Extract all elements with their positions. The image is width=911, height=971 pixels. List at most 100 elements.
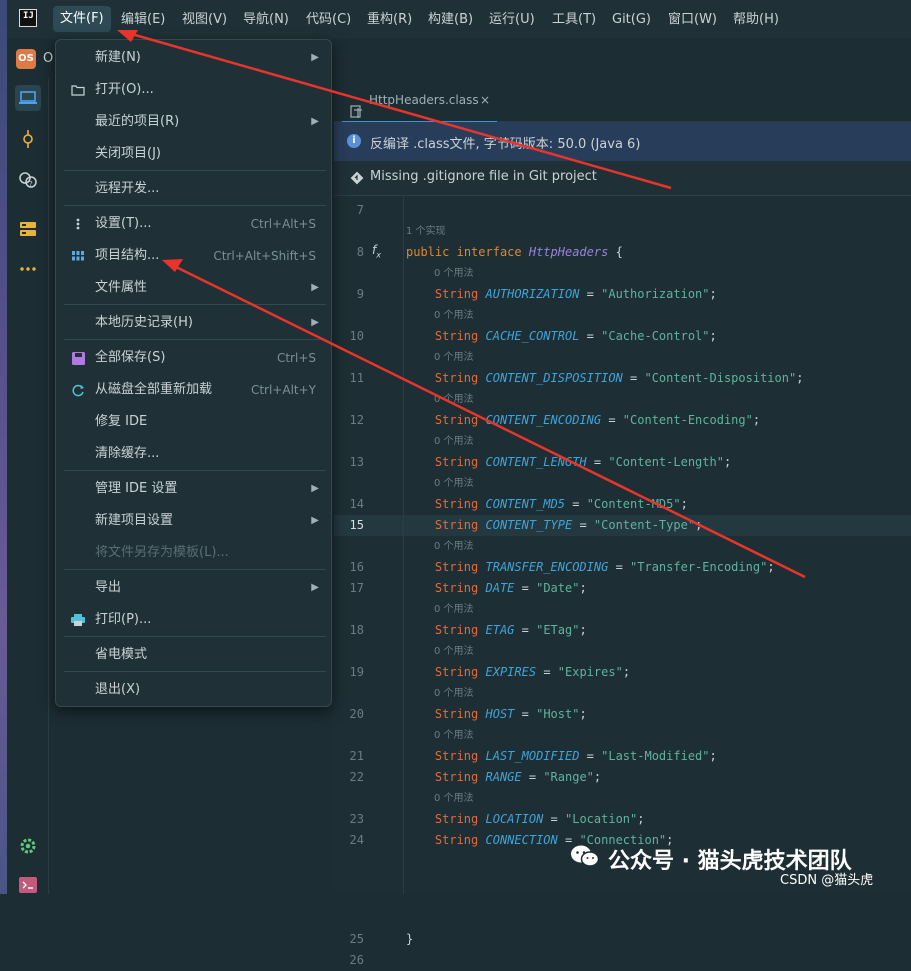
- kebab-icon: [71, 217, 85, 231]
- settings-icon[interactable]: [15, 833, 41, 859]
- code-line-field: String LAST_MODIFIED = "Last-Modified";: [434, 749, 717, 763]
- file-menu-item-remote-dev[interactable]: 远程开发...: [60, 173, 326, 205]
- file-menu-item-close-project[interactable]: 关闭项目(J): [60, 138, 326, 170]
- usages-hint[interactable]: 0 个用法: [434, 788, 474, 809]
- usages-hint[interactable]: 0 个用法: [434, 431, 474, 452]
- menu-build[interactable]: 构建(B): [428, 10, 473, 30]
- menu-separator: [64, 304, 326, 305]
- file-menu-item-open[interactable]: 打开(O)...: [60, 74, 326, 106]
- file-menu-item-save-all[interactable]: 全部保存(S) Ctrl+S: [60, 342, 326, 374]
- line-number: 23: [349, 812, 364, 826]
- terminal-icon[interactable]: [15, 872, 41, 898]
- code-line-field: String CONTENT_ENCODING = "Content-Encod…: [434, 413, 761, 427]
- menu-help[interactable]: 帮助(H): [733, 10, 779, 30]
- implementation-gutter-icon[interactable]: fx: [372, 243, 381, 259]
- project-name[interactable]: O: [43, 51, 53, 66]
- file-menu-item-local-history[interactable]: 本地历史记录(H) ▶: [60, 307, 326, 339]
- line-number: 21: [349, 749, 364, 763]
- code-line-field: String TRANSFER_ENCODING = "Transfer-Enc…: [434, 560, 775, 574]
- usages-hint[interactable]: 0 个用法: [434, 389, 474, 410]
- usages-hint[interactable]: 0 个用法: [434, 305, 474, 326]
- file-menu-item-manage-ide-settings[interactable]: 管理 IDE 设置 ▶: [60, 473, 326, 505]
- close-icon[interactable]: ×: [480, 79, 490, 121]
- code-line-field: String AUTHORIZATION = "Authorization";: [434, 287, 717, 301]
- menu-item-label: 文件属性: [95, 280, 148, 295]
- menu-window[interactable]: 窗口(W): [668, 10, 717, 30]
- file-menu-item-power-save-mode[interactable]: 省电模式: [60, 639, 326, 671]
- menu-tools[interactable]: 工具(T): [552, 10, 596, 30]
- file-menu-item-exit[interactable]: 退出(X): [60, 674, 326, 706]
- menu-item-label: 设置(T)...: [95, 216, 152, 231]
- usages-hint[interactable]: 0 个用法: [434, 536, 474, 557]
- usages-hint[interactable]: 0 个用法: [434, 599, 474, 620]
- gitignore-banner-text: Missing .gitignore file in Git project: [370, 169, 597, 184]
- menu-navigate[interactable]: 导航(N): [243, 10, 289, 30]
- wechat-icon: [570, 843, 600, 875]
- more-icon[interactable]: [15, 256, 41, 282]
- menu-item-label: 管理 IDE 设置: [95, 481, 178, 496]
- file-menu-item-settings[interactable]: 设置(T)... Ctrl+Alt+S: [60, 208, 326, 240]
- file-menu-item-recent-projects[interactable]: 最近的项目(R) ▶: [60, 106, 326, 138]
- menu-git[interactable]: Git(G): [612, 10, 651, 30]
- chevron-right-icon: ▶: [311, 52, 319, 63]
- usages-hint[interactable]: 0 个用法: [434, 725, 474, 746]
- menu-item-label: 新建项目设置: [95, 513, 174, 528]
- decompile-banner: i 反编译 .class文件, 字节码版本: 50.0 (Java 6): [334, 122, 911, 161]
- git-diamond-icon: [350, 171, 364, 189]
- svg-text:?: ?: [29, 180, 33, 188]
- usages-hint[interactable]: 0 个用法: [434, 347, 474, 368]
- code-line-field: String ETAG = "ETag";: [434, 623, 587, 637]
- file-menu-item-file-properties[interactable]: 文件属性 ▶: [60, 272, 326, 304]
- menu-item-label: 省电模式: [95, 647, 148, 662]
- services-icon[interactable]: ?: [15, 167, 41, 193]
- file-menu-item-repair-ide[interactable]: 修复 IDE: [60, 406, 326, 438]
- usages-hint[interactable]: 0 个用法: [434, 641, 474, 662]
- menu-run[interactable]: 运行(U): [489, 10, 535, 30]
- code-line-field: String RANGE = "Range";: [434, 770, 602, 784]
- csdn-credit: CSDN @猫头虎: [780, 873, 874, 888]
- chevron-right-icon: ▶: [311, 116, 319, 127]
- file-menu-item-print[interactable]: 打印(P)...: [60, 604, 326, 636]
- usages-hint[interactable]: 0 个用法: [434, 473, 474, 494]
- file-menu-item-project-structure[interactable]: 项目结构... Ctrl+Alt+Shift+S: [60, 240, 326, 272]
- menu-separator: [64, 339, 326, 340]
- menu-item-label: 将文件另存为模板(L)...: [95, 545, 229, 560]
- chevron-right-icon: ▶: [311, 483, 319, 494]
- file-menu-item-export[interactable]: 导出 ▶: [60, 572, 326, 604]
- menu-refactor[interactable]: 重构(R): [367, 10, 412, 30]
- file-menu-item-new-project-settings[interactable]: 新建项目设置 ▶: [60, 505, 326, 537]
- file-menu-item-reload-all[interactable]: 从磁盘全部重新加载 Ctrl+Alt+Y: [60, 374, 326, 406]
- menu-item-shortcut: Ctrl+S: [276, 351, 316, 365]
- project-badge[interactable]: OS: [16, 49, 36, 69]
- usages-hint[interactable]: 0 个用法: [434, 683, 474, 704]
- grid-icon: [71, 249, 85, 263]
- file-menu-item-invalidate-caches[interactable]: 清除缓存...: [60, 438, 326, 470]
- file-menu-item-save-as-template: 将文件另存为模板(L)...: [60, 537, 326, 569]
- menu-item-shortcut: Ctrl+Alt+Y: [250, 383, 316, 397]
- menu-item-label: 退出(X): [95, 682, 141, 697]
- gitignore-banner: Missing .gitignore file in Git project: [334, 161, 911, 196]
- reload-icon: [71, 383, 85, 397]
- intellij-logo-icon[interactable]: IJ: [19, 9, 37, 27]
- implementations-hint[interactable]: 1 个实现: [406, 221, 446, 242]
- menu-view[interactable]: 视图(V): [182, 10, 227, 30]
- menu-item-label: 导出: [95, 580, 122, 595]
- menu-file[interactable]: 文件(F): [53, 6, 111, 32]
- menu-code[interactable]: 代码(C): [306, 10, 351, 30]
- tab-label: HttpHeaders.class: [369, 93, 479, 107]
- code-editor[interactable]: 1 个实现 public interface HttpHeaders { 0 个…: [406, 196, 911, 946]
- decompile-banner-text: 反编译 .class文件, 字节码版本: 50.0 (Java 6): [370, 137, 641, 152]
- tab-httpheaders[interactable]: HttpHeaders.class ×: [342, 79, 497, 123]
- database-icon[interactable]: [15, 216, 41, 242]
- line-number: 24: [349, 833, 364, 847]
- editor-area: HttpHeaders.class × i 反编译 .class文件, 字节码版…: [334, 79, 911, 967]
- menu-edit[interactable]: 编辑(E): [121, 10, 165, 30]
- editor-tabbar: HttpHeaders.class ×: [334, 79, 911, 123]
- file-menu-item-new[interactable]: 新建(N) ▶: [60, 42, 326, 74]
- usages-hint[interactable]: 0 个用法: [434, 263, 474, 284]
- menu-separator: [64, 569, 326, 570]
- commit-icon[interactable]: [15, 126, 41, 152]
- project-icon[interactable]: [15, 85, 41, 111]
- code-line-field: String EXPIRES = "Expires";: [434, 665, 631, 679]
- chevron-right-icon: ▶: [311, 317, 319, 328]
